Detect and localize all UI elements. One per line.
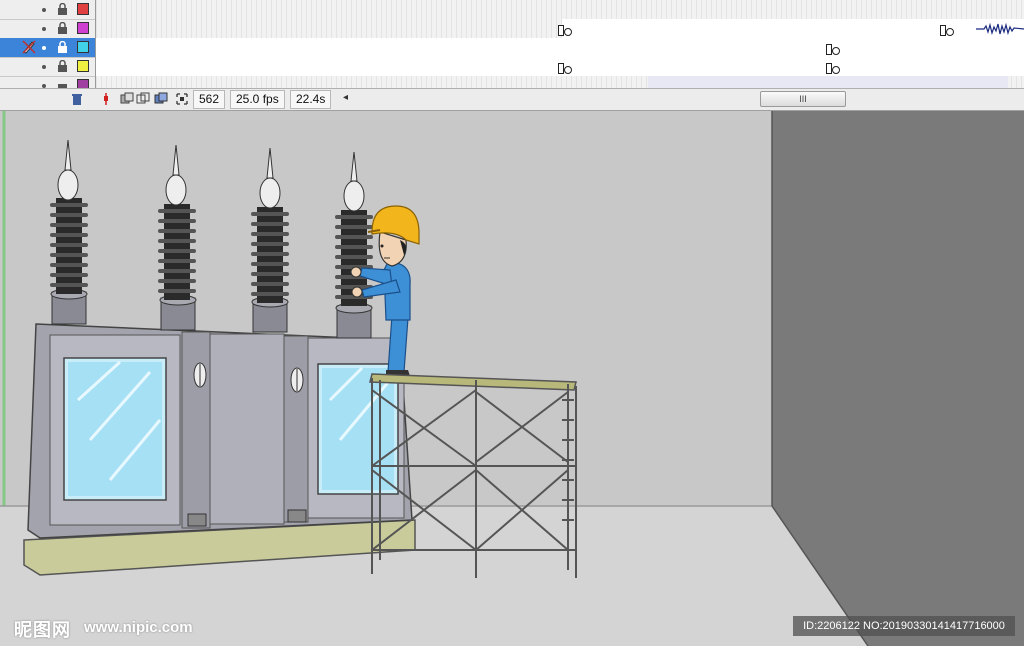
layer-color-swatch[interactable] <box>77 3 89 15</box>
timeline-toolbar: 562 25.0 fps 22.4s ◂ III <box>0 88 1024 110</box>
keyframe-marker[interactable] <box>564 66 572 74</box>
visibility-dot-icon[interactable] <box>42 65 46 69</box>
watermark-url: www.nipic.com <box>84 619 193 636</box>
timeline-panel: 562 25.0 fps 22.4s ◂ III <box>0 0 1024 111</box>
visibility-dot-icon[interactable] <box>42 8 46 12</box>
onion-skin-icon[interactable] <box>120 92 134 106</box>
trash-icon[interactable] <box>70 92 84 106</box>
watermark-id-badge: ID:2206122 NO:20190330141417716000 <box>793 616 1015 636</box>
layer-row-selected[interactable] <box>0 38 95 58</box>
audio-waveform-icon <box>976 23 1024 35</box>
scroll-left-arrow-icon[interactable]: ◂ <box>343 92 348 103</box>
visibility-dot-icon[interactable] <box>42 27 46 31</box>
keyframe-marker[interactable] <box>564 28 572 36</box>
horizontal-scrollbar-thumb[interactable]: III <box>760 91 846 107</box>
layer-color-swatch[interactable] <box>77 41 89 53</box>
onion-skin-outline-icon[interactable] <box>136 92 150 106</box>
lock-icon[interactable] <box>57 22 68 34</box>
current-frame-readout: 562 <box>193 90 226 109</box>
keyframe-marker[interactable] <box>832 47 840 55</box>
scene-illustration <box>0 111 1024 646</box>
frame-row[interactable] <box>96 0 1024 20</box>
switchgear-cabinet <box>27 323 413 539</box>
lock-icon[interactable] <box>57 41 68 53</box>
modify-markers-icon[interactable] <box>175 92 189 106</box>
layer-row[interactable] <box>0 0 95 20</box>
layer-color-swatch[interactable] <box>77 60 89 72</box>
elapsed-time-readout: 22.4s <box>290 90 332 109</box>
frame-grid[interactable] <box>96 0 1024 89</box>
frame-row[interactable] <box>96 38 1024 58</box>
visibility-dot-icon[interactable] <box>42 46 46 50</box>
frame-rate-readout[interactable]: 25.0 fps <box>230 90 285 109</box>
lock-icon[interactable] <box>57 3 68 15</box>
layer-row[interactable] <box>0 57 95 77</box>
pencil-crossed-icon <box>22 40 36 54</box>
lock-icon[interactable] <box>57 60 68 72</box>
layer-row[interactable] <box>0 19 95 39</box>
layer-color-swatch[interactable] <box>77 22 89 34</box>
watermark-logo: 昵图网 <box>14 620 71 641</box>
layer-list <box>0 0 96 89</box>
keyframe-marker[interactable] <box>832 66 840 74</box>
frame-row[interactable] <box>96 19 1024 39</box>
stage-canvas[interactable] <box>0 111 1024 646</box>
playhead-center-icon[interactable] <box>99 92 113 106</box>
edit-multiple-frames-icon[interactable] <box>154 92 168 106</box>
frame-row[interactable] <box>96 57 1024 77</box>
keyframe-marker[interactable] <box>946 28 954 36</box>
